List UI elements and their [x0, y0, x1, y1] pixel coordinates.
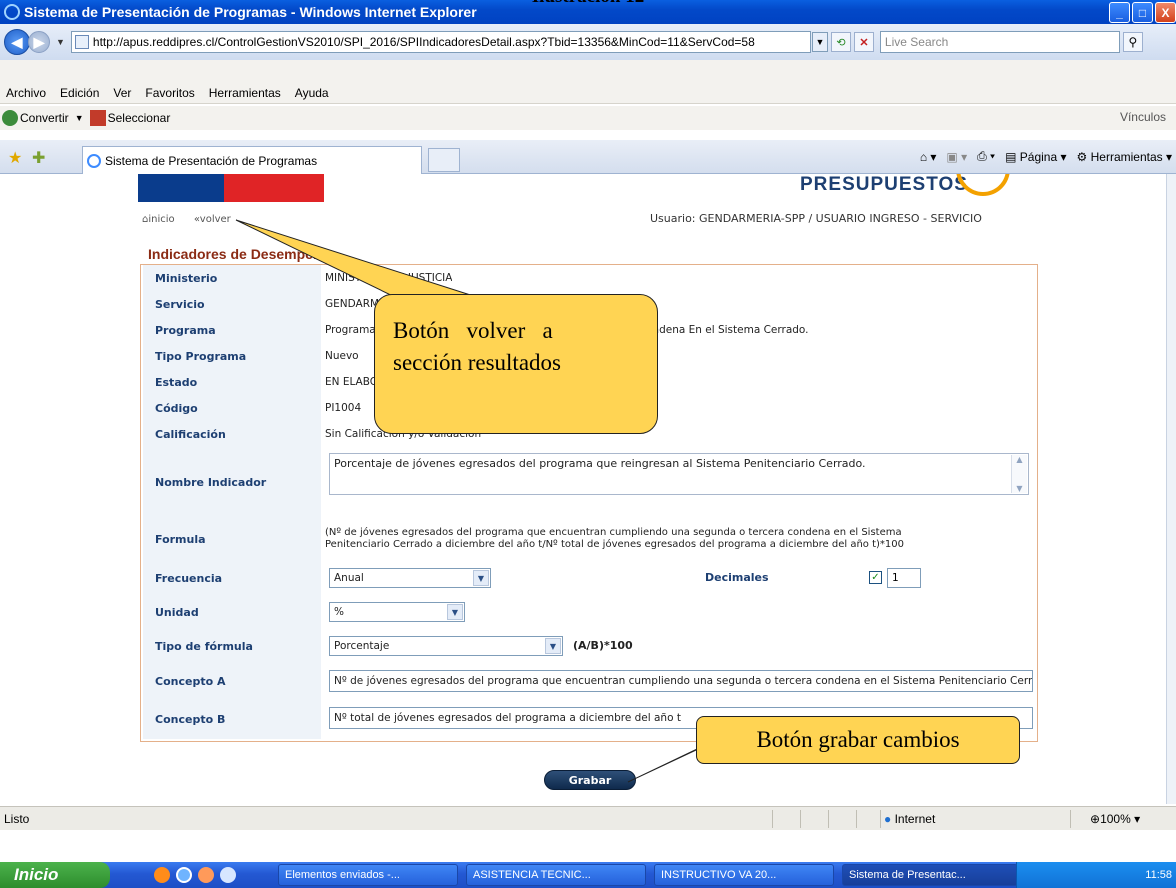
- start-label: Inicio: [14, 865, 59, 884]
- quicklaunch-app-icon[interactable]: [154, 867, 170, 883]
- taskbar-item-label: INSTRUCTIVO VA 20...: [661, 869, 777, 881]
- status-bar: Listo ● Internet ⊕100% ▾: [0, 806, 1176, 830]
- volver-callout-line2: sección resultados: [393, 350, 561, 375]
- screen: Sistema de Presentación de Programas - W…: [0, 0, 1176, 888]
- quicklaunch-ie-icon[interactable]: [176, 867, 192, 883]
- taskbar-item[interactable]: ASISTENCIA TECNIC...: [466, 864, 646, 886]
- taskbar: Inicio Elementos enviados -... ASISTENCI…: [0, 862, 1176, 888]
- taskbar-item[interactable]: Sistema de Presentac...: [842, 864, 1018, 886]
- taskbar-item-label: ASISTENCIA TECNIC...: [473, 869, 591, 881]
- taskbar-item-label: Elementos enviados -...: [285, 869, 400, 881]
- status-divider: [800, 810, 801, 828]
- zone-text: Internet: [894, 812, 936, 826]
- zone-indicator: ● Internet: [884, 812, 935, 826]
- zoom-control[interactable]: ⊕100% ▾: [1090, 812, 1140, 826]
- status-divider: [856, 810, 857, 828]
- status-divider: [772, 810, 773, 828]
- status-divider: [880, 810, 881, 828]
- globe-icon: ●: [884, 812, 892, 826]
- quicklaunch-mail-icon[interactable]: [198, 867, 214, 883]
- system-tray: 11:58: [1016, 862, 1176, 888]
- status-divider: [1070, 810, 1071, 828]
- status-divider: [828, 810, 829, 828]
- quicklaunch-browser-icon[interactable]: [220, 867, 236, 883]
- volver-callout-line1: Botón volver a: [393, 318, 553, 343]
- zoom-value: 100%: [1100, 812, 1131, 826]
- grabar-callout: Botón grabar cambios: [696, 716, 1020, 764]
- clock: 11:58: [1145, 869, 1172, 881]
- taskbar-item[interactable]: INSTRUCTIVO VA 20...: [654, 864, 834, 886]
- start-button[interactable]: Inicio: [0, 862, 110, 888]
- taskbar-item[interactable]: Elementos enviados -...: [278, 864, 458, 886]
- volver-callout: Botón volver a sección resultados: [374, 294, 658, 434]
- status-text: Listo: [4, 812, 30, 826]
- taskbar-item-label: Sistema de Presentac...: [849, 869, 966, 881]
- zoom-icon: ⊕: [1090, 812, 1101, 826]
